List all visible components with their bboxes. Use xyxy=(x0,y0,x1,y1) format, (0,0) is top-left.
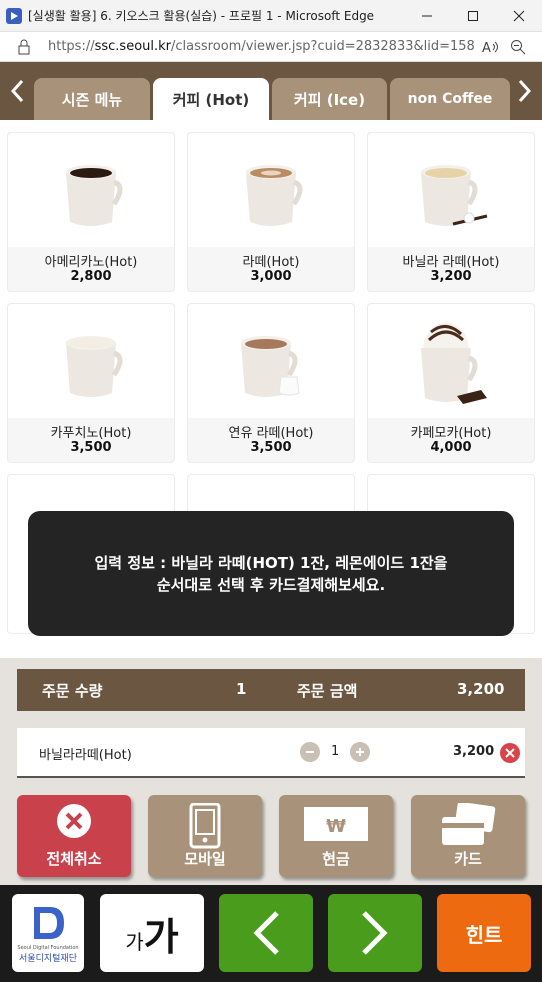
mobile-pay-label: 모바일 xyxy=(184,850,226,868)
read-aloud-icon[interactable]: A xyxy=(476,39,504,55)
app-icon xyxy=(6,7,22,24)
latte-cup-image xyxy=(188,133,354,247)
menu-item-price: 3,500 xyxy=(70,440,112,455)
seoul-digital-logo: Seoul Digital Foundation 서울디지털재단 xyxy=(12,894,84,972)
window-title: [실생활 활용] 6. 키오스크 활용(실습) - 프로필 1 - Micros… xyxy=(28,9,375,23)
minimize-button[interactable] xyxy=(404,0,450,32)
window-titlebar: [실생활 활용] 6. 키오스크 활용(실습) - 프로필 1 - Micros… xyxy=(0,0,542,32)
order-item-name: 바닐라라떼(Hot) xyxy=(39,748,132,763)
address-bar[interactable]: https://ssc.seoul.kr/classroom/viewer.js… xyxy=(0,32,542,62)
order-item-quantity: 1 xyxy=(331,744,340,759)
tab-next-arrow[interactable] xyxy=(508,62,542,120)
chevron-right-icon xyxy=(362,911,388,955)
card-pay-label: 카드 xyxy=(454,850,482,868)
credit-card-icon xyxy=(411,803,525,847)
menu-item-price: 2,800 xyxy=(70,269,112,284)
instruction-toast: 입력 정보 : 바닐라 라떼(HOT) 1잔, 레몬에이드 1잔을 순서대로 선… xyxy=(28,511,514,636)
cash-pay-button[interactable]: ₩ 현금 xyxy=(279,795,393,877)
instruction-line-1: 입력 정보 : 바닐라 라떼(HOT) 1잔, 레몬에이드 1잔을 xyxy=(94,553,448,572)
tab-prev-arrow[interactable] xyxy=(0,62,34,120)
category-tab-bar: 시즌 메뉴 커피 (Hot) 커피 (Ice) non Coffee xyxy=(0,62,542,120)
menu-item-condensed-milk-latte[interactable]: 연유 라떼(Hot) 3,500 xyxy=(187,303,355,463)
banknote-icon: ₩ xyxy=(279,803,393,843)
americano-cup-image xyxy=(8,133,174,247)
order-quantity-label: 주문 수량 xyxy=(42,682,103,700)
card-pay-button[interactable]: 카드 xyxy=(411,795,525,877)
order-quantity-value: 1 xyxy=(236,680,247,698)
order-line-item: 바닐라라떼(Hot) 1 3,200 xyxy=(17,728,525,778)
menu-item-name: 카푸치노(Hot) xyxy=(50,426,132,441)
previous-button[interactable] xyxy=(219,894,313,972)
menu-item-cappuccino[interactable]: 카푸치노(Hot) 3,500 xyxy=(7,303,175,463)
chevron-left-icon xyxy=(253,911,279,955)
logo-caption-ko: 서울디지털재단 xyxy=(19,953,77,964)
seoul-digital-logo-icon xyxy=(34,906,64,939)
vanilla-latte-cup-image xyxy=(368,133,534,247)
close-window-button[interactable] xyxy=(496,0,542,32)
remove-item-button[interactable] xyxy=(500,743,520,763)
cafe-mocha-cup-image xyxy=(368,304,534,418)
order-amount-value: 3,200 xyxy=(457,680,505,698)
cappuccino-cup-image xyxy=(8,304,174,418)
increase-quantity-button[interactable] xyxy=(350,742,370,762)
menu-item-name: 아메리카노(Hot) xyxy=(44,255,138,270)
menu-item-latte[interactable]: 라떼(Hot) 3,000 xyxy=(187,132,355,292)
next-button[interactable] xyxy=(328,894,422,972)
menu-item-price: 3,500 xyxy=(250,440,292,455)
menu-item-name: 연유 라떼(Hot) xyxy=(228,426,314,441)
order-summary-bar: 주문 수량 1 주문 금액 3,200 xyxy=(17,669,525,711)
tab-coffee-ice[interactable]: 커피 (Ice) xyxy=(272,78,387,120)
cancel-all-button[interactable]: 전체취소 xyxy=(17,795,131,877)
menu-item-name: 라떼(Hot) xyxy=(242,255,300,270)
hint-label: 힌트 xyxy=(465,922,503,947)
tab-season-menu[interactable]: 시즌 메뉴 xyxy=(34,78,150,120)
instruction-line-2: 순서대로 선택 후 카드결제해보세요. xyxy=(156,575,386,594)
cash-pay-label: 현금 xyxy=(322,850,350,868)
font-size-button[interactable]: 가 가 xyxy=(100,894,204,972)
decrease-quantity-button[interactable] xyxy=(300,742,320,762)
svg-text:A: A xyxy=(482,41,491,55)
menu-item-americano[interactable]: 아메리카노(Hot) 2,800 xyxy=(7,132,175,292)
order-item-price: 3,200 xyxy=(453,744,495,759)
order-amount-label: 주문 금액 xyxy=(297,682,358,700)
kiosk-screen: 시즌 메뉴 커피 (Hot) 커피 (Ice) non Coffee 아메리카노… xyxy=(0,62,542,982)
font-size-small-glyph: 가 xyxy=(125,929,144,954)
menu-item-price: 3,000 xyxy=(250,269,292,284)
condensed-milk-latte-cup-image xyxy=(188,304,354,418)
tab-coffee-hot[interactable]: 커피 (Hot) xyxy=(153,78,269,120)
cancel-all-label: 전체취소 xyxy=(46,850,102,868)
menu-item-cafe-mocha[interactable]: 카페모카(Hot) 4,000 xyxy=(367,303,535,463)
font-size-large-glyph: 가 xyxy=(143,914,179,959)
maximize-button[interactable] xyxy=(450,0,496,32)
zoom-icon[interactable] xyxy=(504,39,532,55)
menu-item-name: 카페모카(Hot) xyxy=(410,426,492,441)
tab-non-coffee[interactable]: non Coffee xyxy=(390,78,510,120)
bottom-toolbar: Seoul Digital Foundation 서울디지털재단 가 가 힌트 xyxy=(0,885,542,982)
menu-item-vanilla-latte[interactable]: 바닐라 라떼(Hot) 3,200 xyxy=(367,132,535,292)
close-circle-icon xyxy=(17,803,131,839)
menu-item-price: 4,000 xyxy=(430,440,472,455)
url-text[interactable]: https://ssc.seoul.kr/classroom/viewer.js… xyxy=(48,39,476,54)
menu-item-name: 바닐라 라떼(Hot) xyxy=(402,255,500,270)
menu-item-price: 3,200 xyxy=(430,269,472,284)
cash-symbol: ₩ xyxy=(326,816,346,837)
mobile-phone-icon xyxy=(148,803,262,849)
mobile-pay-button[interactable]: 모바일 xyxy=(148,795,262,877)
lock-icon[interactable] xyxy=(10,39,38,55)
hint-button[interactable]: 힌트 xyxy=(437,894,531,972)
